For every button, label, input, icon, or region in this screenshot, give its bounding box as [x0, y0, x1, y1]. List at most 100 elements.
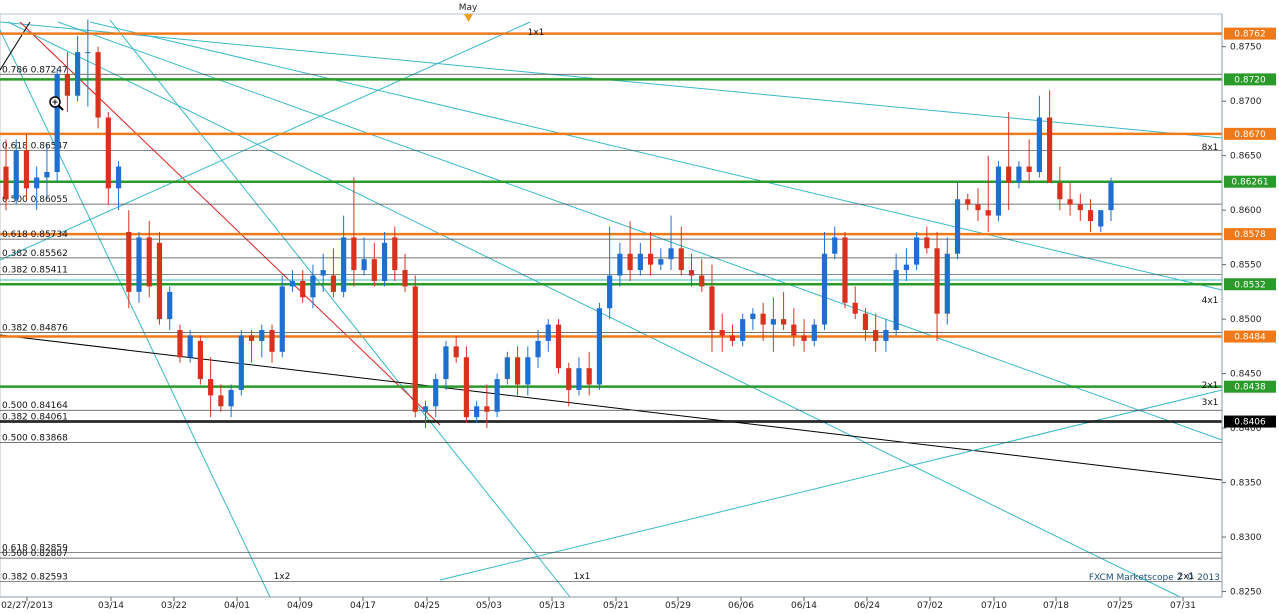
gann-label: 2x1 [1202, 381, 1219, 391]
candle-body [75, 52, 81, 96]
candle-body [1067, 199, 1073, 205]
candle-body [780, 319, 787, 325]
candle-body [474, 406, 480, 418]
price-tag-label: 0.8578 [1234, 230, 1266, 240]
candle-body [1036, 117, 1042, 173]
x-tick-label: 05/13 [539, 601, 565, 611]
candle-body [821, 253, 828, 325]
x-tick-label: 05/29 [665, 601, 691, 611]
candlestick-chart: 0.786 0.872470.618 0.865470.500 0.860550… [0, 3, 1276, 611]
candle-body [862, 313, 869, 331]
candle-body [208, 379, 214, 396]
candle-body [494, 379, 500, 412]
candle-body [320, 270, 326, 276]
candle-body [136, 237, 142, 292]
candle-body [218, 395, 224, 407]
candle-body [740, 319, 746, 341]
fib-label-6: 0.382 0.84876 [2, 324, 68, 334]
candle-body [566, 368, 572, 390]
candle-body [1077, 204, 1083, 211]
candle-body [525, 357, 531, 385]
candle-body [300, 280, 306, 298]
candle-body [832, 237, 838, 254]
candle-body [23, 150, 30, 189]
candle-body [504, 357, 510, 380]
candle-body [1026, 166, 1032, 173]
candle-body [289, 280, 296, 287]
watermark-text: FXCM Marketscope 2 © 2013 [1089, 573, 1220, 583]
candle-body [44, 172, 50, 178]
y-tick-label: 0.8650 [1230, 152, 1262, 162]
month-marker-label: May [459, 3, 478, 13]
fib-label-4: 0.382 0.85562 [2, 249, 68, 259]
candle [842, 231, 848, 309]
candle-body [228, 389, 234, 407]
candle-body [545, 324, 551, 341]
y-tick-label: 0.8450 [1230, 370, 1262, 380]
candle-body [259, 330, 265, 341]
candle-body [156, 242, 163, 320]
candle-body [1006, 166, 1012, 183]
candle-body [924, 237, 930, 249]
candle [238, 330, 244, 396]
candle-body [167, 291, 173, 320]
candle [596, 302, 603, 390]
candle-body [177, 330, 183, 358]
candle-body [995, 166, 1002, 216]
candle-body [361, 259, 367, 271]
candle-body [248, 335, 255, 341]
candle-body [392, 237, 398, 271]
candle-body [668, 248, 674, 260]
candle-body [709, 286, 715, 331]
candle-body [197, 340, 203, 380]
candle [197, 335, 203, 385]
candle-body [586, 368, 592, 385]
x-tick-label: 07/25 [1107, 601, 1133, 611]
price-tag-label: 0.8670 [1234, 130, 1266, 140]
candle-body [484, 406, 490, 412]
candle [177, 324, 183, 363]
candle-body [873, 330, 879, 341]
price-tag-label: 0.8532 [1234, 280, 1266, 290]
candle-body [699, 275, 705, 287]
candle-body [760, 313, 766, 325]
candle-body [422, 406, 429, 412]
candle-body [371, 259, 377, 281]
candle-body [1057, 182, 1063, 200]
gann-label: 8x1 [1202, 143, 1219, 153]
candle [463, 346, 470, 423]
candle-body [617, 253, 623, 276]
candle-body [842, 237, 848, 303]
fib-label-8: 0.382 0.84061 [2, 412, 68, 422]
candle-body [433, 379, 439, 407]
candle [412, 275, 418, 418]
candle-body [1016, 166, 1022, 183]
x-tick-label: 02/27/2013 [1, 601, 53, 611]
fib-label-11: 0.500 0.82807 [2, 549, 68, 559]
candle-body [750, 313, 756, 320]
price-tag-label: 0.8406 [1234, 418, 1266, 428]
candle-body [658, 259, 664, 265]
y-tick-label: 0.8600 [1230, 206, 1262, 216]
candle-body [852, 302, 858, 314]
candle-body [443, 346, 449, 380]
candle-body [85, 52, 91, 54]
price-tag-label: 0.86261 [1231, 178, 1268, 188]
candle-body [944, 253, 950, 314]
candle-body [719, 330, 725, 336]
price-tag-label: 0.8484 [1234, 333, 1266, 343]
candle-body [351, 237, 357, 271]
y-tick-label: 0.8550 [1230, 261, 1262, 271]
candle [995, 161, 1002, 222]
candle-body [688, 270, 695, 276]
candle-body [514, 357, 521, 385]
x-tick-label: 04/09 [287, 601, 313, 611]
price-tag-label: 0.8720 [1234, 75, 1266, 85]
fib-label-0: 0.786 0.87247 [2, 65, 68, 75]
candle-body [954, 199, 961, 254]
candle-body [1087, 210, 1094, 222]
candle-body [126, 231, 132, 292]
fib-label-2: 0.500 0.86055 [2, 195, 68, 205]
candle-body [146, 237, 152, 287]
price-tag-label: 0.8438 [1234, 383, 1266, 393]
